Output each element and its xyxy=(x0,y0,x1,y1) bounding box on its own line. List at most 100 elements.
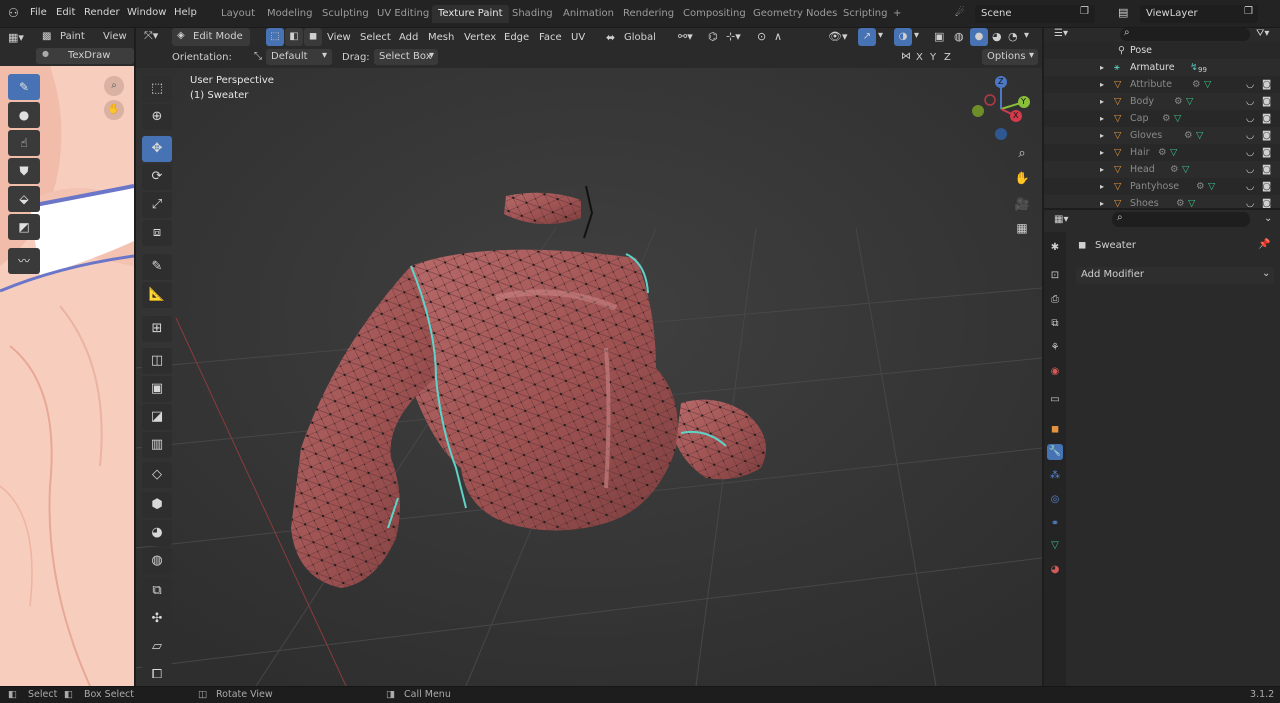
menu-mesh[interactable]: Mesh xyxy=(428,28,454,48)
render-toggle-icon[interactable]: ◙ xyxy=(1262,93,1271,110)
mirror-z-toggle[interactable]: Z xyxy=(944,52,951,63)
tool-smooth[interactable]: ◍ xyxy=(142,548,172,574)
tab-animation[interactable]: Animation xyxy=(557,5,620,23)
render-toggle-icon[interactable]: ◙ xyxy=(1262,161,1271,178)
tab-particles[interactable]: ⁂ xyxy=(1047,468,1063,484)
tool-smear[interactable]: ☝ xyxy=(8,130,40,156)
menu-select[interactable]: Select xyxy=(360,28,391,48)
mirror-x-toggle[interactable]: X xyxy=(916,52,923,63)
tool-extrude[interactable]: ◫ xyxy=(142,348,172,374)
xray-icon[interactable]: ▣ xyxy=(934,30,944,43)
gizmo-dropdown-icon[interactable]: ▾ xyxy=(878,30,883,41)
tab-output[interactable]: ⎙ xyxy=(1047,292,1063,308)
tab-sculpting[interactable]: Sculpting xyxy=(316,5,375,23)
render-toggle-icon[interactable]: ◙ xyxy=(1262,144,1271,161)
add-workspace-button[interactable]: + xyxy=(887,5,907,23)
tab-layout[interactable]: Layout xyxy=(215,5,261,23)
tool-annotate[interactable]: ✎ xyxy=(142,254,172,280)
transform-orientation-dropdown[interactable]: Global xyxy=(624,32,656,43)
outliner-row[interactable]: ▸ ▽ Attribute ⚙ ▽ ◡ ◙ xyxy=(1044,76,1280,93)
tab-constraints[interactable]: ⚭ xyxy=(1047,516,1063,532)
menu-vertex[interactable]: Vertex xyxy=(464,28,496,48)
render-toggle-icon[interactable]: ◙ xyxy=(1262,76,1271,93)
overlay-toggle[interactable]: ◑ xyxy=(894,28,912,46)
outliner-row[interactable]: ▸ ▽ Gloves ⚙ ▽ ◡ ◙ xyxy=(1044,127,1280,144)
hide-toggle-icon[interactable]: ◡ xyxy=(1246,144,1254,161)
render-toggle-icon[interactable]: ◙ xyxy=(1262,195,1271,208)
image-view-menu[interactable]: View xyxy=(103,31,127,42)
hide-toggle-icon[interactable]: ◡ xyxy=(1246,161,1254,178)
tool-transform[interactable]: ⧈ xyxy=(142,220,172,246)
mirror-icon[interactable]: ⋈ xyxy=(901,51,911,62)
tab-collection[interactable]: ▭ xyxy=(1047,392,1063,408)
tool-inset[interactable]: ▣ xyxy=(142,376,172,402)
shading-dropdown-icon[interactable]: ▾ xyxy=(1024,30,1029,41)
outliner-search-input[interactable]: ⌕ xyxy=(1120,27,1250,41)
tab-scripting[interactable]: Scripting xyxy=(837,5,893,23)
outliner-row[interactable]: ⚲ Pose xyxy=(1044,42,1280,59)
tool-select-box[interactable]: ⬚ xyxy=(142,76,172,102)
scene-field[interactable]: Scene xyxy=(975,5,1095,23)
tab-data[interactable]: ▽ xyxy=(1047,538,1063,554)
scene-copy-icon[interactable]: ❐ xyxy=(1080,6,1089,17)
tool-draw[interactable]: ✎ xyxy=(8,74,40,100)
camera-view-button[interactable]: 🎥 xyxy=(1012,194,1032,214)
menu-window[interactable]: Window xyxy=(127,7,166,18)
tool-loop-cut[interactable]: ▥ xyxy=(142,432,172,458)
paint-mode-dropdown[interactable]: Paint xyxy=(60,31,85,42)
tool-bevel[interactable]: ◪ xyxy=(142,404,172,430)
visibility-icon[interactable]: 👁▾ xyxy=(828,30,848,43)
edge-select-button[interactable]: ◧ xyxy=(285,28,303,46)
shading-rendered-icon[interactable]: ◔ xyxy=(1008,30,1018,43)
tool-clone[interactable]: ⛊ xyxy=(8,158,40,184)
3d-viewport[interactable]: User Perspective (1) Sweater ⬚ ⊕ ✥ ⟳ ⤢ ⧈… xyxy=(136,68,1042,686)
tab-modifiers[interactable]: 🔧 xyxy=(1047,444,1063,460)
transform-orientation-icon[interactable]: ⬌ xyxy=(606,31,615,44)
menu-help[interactable]: Help xyxy=(174,7,197,18)
navigation-gizmo[interactable]: Z Y X xyxy=(966,74,1036,144)
paint-mode-icon[interactable]: ▩ xyxy=(42,31,51,42)
expand-icon[interactable]: ▸ xyxy=(1100,127,1104,144)
tool-shrink[interactable]: ✣ xyxy=(142,606,172,632)
tab-shading[interactable]: Shading xyxy=(506,5,559,23)
tab-modeling[interactable]: Modeling xyxy=(261,5,319,23)
expand-icon[interactable]: ▸ xyxy=(1100,76,1104,93)
menu-add[interactable]: Add xyxy=(399,28,418,48)
expand-icon[interactable]: ▸ xyxy=(1100,93,1104,110)
render-toggle-icon[interactable]: ◙ xyxy=(1262,127,1271,144)
expand-icon[interactable]: ▸ xyxy=(1100,178,1104,195)
menu-uv[interactable]: UV xyxy=(571,28,585,48)
tab-texture-paint[interactable]: Texture Paint xyxy=(432,5,509,23)
tab-rendering[interactable]: Rendering xyxy=(617,5,680,23)
properties-options-icon[interactable]: ⌄ xyxy=(1264,213,1272,224)
tab-world[interactable]: ◉ xyxy=(1047,364,1063,380)
pivot-icon[interactable]: ⚯▾ xyxy=(678,30,693,43)
proportional-edit-icon[interactable]: ⊙ xyxy=(757,30,766,43)
viewlayer-icon[interactable]: ▤ xyxy=(1118,6,1128,19)
tool-fill[interactable]: ⬙ xyxy=(8,186,40,212)
hide-toggle-icon[interactable]: ◡ xyxy=(1246,195,1254,208)
viewlayer-field[interactable]: ViewLayer xyxy=(1140,5,1258,23)
tab-object[interactable]: ◼ xyxy=(1047,422,1063,438)
viewlayer-copy-icon[interactable]: ❐ xyxy=(1244,6,1253,17)
tool-shear[interactable]: ▱ xyxy=(142,634,172,660)
shading-solid-button[interactable]: ● xyxy=(970,28,988,46)
tab-physics[interactable]: ◎ xyxy=(1047,492,1063,508)
tab-render[interactable]: ⊡ xyxy=(1047,268,1063,284)
expand-icon[interactable]: ▸ xyxy=(1100,144,1104,161)
hide-toggle-icon[interactable]: ◡ xyxy=(1246,127,1254,144)
outliner-row[interactable]: ▸ ▽ Head ⚙ ▽ ◡ ◙ xyxy=(1044,161,1280,178)
menu-view[interactable]: View xyxy=(327,28,351,48)
expand-icon[interactable]: ▸ xyxy=(1100,195,1104,208)
image-pan-button[interactable]: ✋ xyxy=(104,100,124,120)
hide-toggle-icon[interactable]: ◡ xyxy=(1246,110,1254,127)
menu-render[interactable]: Render xyxy=(84,7,120,18)
texture-canvas[interactable]: ✎ ● ☝ ⛊ ⬙ ◩ 〰 ⌕ ✋ xyxy=(0,66,134,686)
viewport-zoom-button[interactable]: ⌕ xyxy=(1012,144,1032,164)
shading-wireframe-icon[interactable]: ◍ xyxy=(954,30,964,43)
gizmo-toggle[interactable]: ↗ xyxy=(858,28,876,46)
tool-add-cube[interactable]: ⊞ xyxy=(142,316,172,342)
brush-field[interactable]: ● TexDraw xyxy=(36,48,134,64)
ortho-toggle-button[interactable]: ▦ xyxy=(1012,218,1032,238)
menu-edge[interactable]: Edge xyxy=(504,28,529,48)
